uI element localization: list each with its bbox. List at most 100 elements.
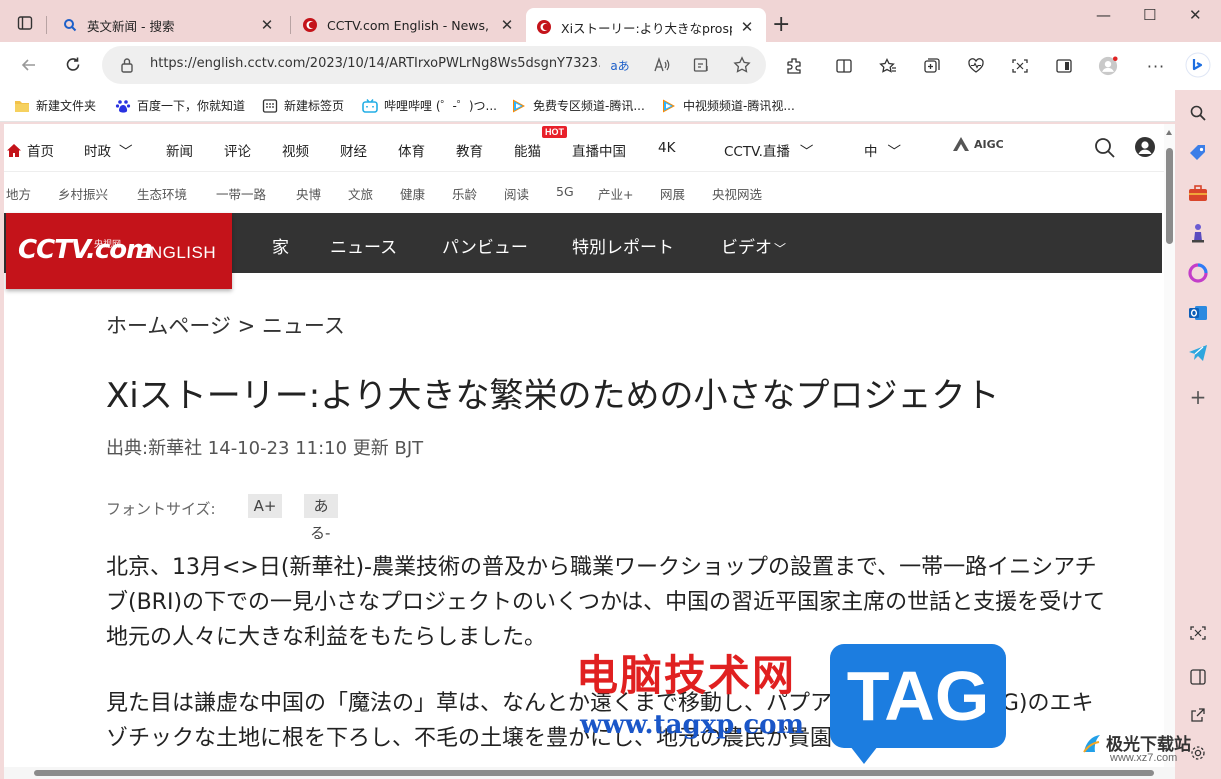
tools-briefcase-icon[interactable] (1187, 182, 1209, 204)
favorite-item[interactable]: 中视频频道-腾讯视... (661, 97, 795, 114)
cctv-icon (536, 19, 552, 35)
enav-video[interactable]: ビデオ ﹀ (721, 233, 786, 258)
aigc-label: AIGC (974, 137, 1004, 151)
favorite-item[interactable]: 哔哩哔哩 (゜-゜)つ... (362, 97, 497, 114)
nav-item-finance[interactable]: 财经 (340, 140, 367, 160)
profile-avatar-icon[interactable] (1098, 56, 1118, 76)
read-aloud-icon[interactable] (652, 55, 672, 75)
breadcrumb[interactable]: ホームページ > ニュース (106, 310, 345, 340)
search-icon[interactable] (1094, 137, 1116, 163)
enav-panview[interactable]: パンビュー (442, 233, 528, 258)
new-tab-button[interactable]: + (772, 12, 790, 37)
nav-item-4k[interactable]: 4K (658, 140, 675, 156)
close-window-button[interactable]: ✕ (1189, 6, 1202, 24)
tencent-video-icon (661, 98, 677, 114)
microsoft-365-icon[interactable] (1187, 262, 1209, 284)
subnav-item[interactable]: 生态环境 (137, 184, 187, 203)
add-sidebar-app-icon[interactable]: + (1187, 385, 1209, 409)
nav-home[interactable]: 首页 (6, 140, 54, 160)
refresh-icon[interactable] (62, 54, 84, 76)
copilot-icon[interactable] (1185, 52, 1211, 78)
scroll-up-icon[interactable] (1166, 130, 1172, 135)
nav-item-education[interactable]: 教育 (456, 140, 483, 160)
nav-item-news[interactable]: 新闻 (166, 140, 193, 160)
subnav-item[interactable]: 产业+ (598, 184, 633, 203)
favorite-star-icon[interactable] (732, 55, 752, 75)
back-icon[interactable] (18, 54, 40, 76)
favorite-item[interactable]: 免费专区频道-腾讯... (511, 97, 645, 114)
favorite-item[interactable]: 新建文件夹 (14, 97, 96, 114)
close-tab-icon[interactable]: ✕ (258, 16, 276, 34)
more-menu-icon[interactable]: ··· (1146, 56, 1166, 76)
sidebar-layout-icon[interactable] (1187, 666, 1209, 688)
nav-item-cctv-live[interactable]: CCTV.直播 ﹀ (724, 140, 813, 160)
search-icon[interactable] (1187, 102, 1209, 124)
nav-item-politics[interactable]: 时政 ﹀ (84, 140, 133, 160)
favorite-item[interactable]: 百度一下，你就知道 (115, 97, 245, 114)
tab-cctv-english[interactable]: CCTV.com English - News, Video ✕ (292, 8, 526, 42)
bilibili-icon (362, 98, 378, 114)
immersive-reader-icon[interactable] (692, 55, 712, 75)
subnav-item[interactable]: 央视网选 (712, 184, 762, 203)
subnav-item[interactable]: 5G (556, 184, 574, 199)
font-decrease-button[interactable]: あ (304, 494, 338, 518)
subnav-item[interactable]: 阅读 (504, 184, 529, 203)
favorite-label: 新建文件夹 (36, 99, 97, 113)
browser-toolbar: https://english.cctv.com/2023/10/14/ARTI… (0, 42, 1221, 90)
vertical-scrollbar[interactable] (1164, 124, 1175, 767)
nav-item-comment[interactable]: 评论 (224, 140, 251, 160)
enav-home[interactable]: 家 (272, 233, 289, 258)
subnav-item[interactable]: 乡村振兴 (58, 184, 108, 203)
close-tab-icon[interactable]: ✕ (738, 18, 756, 36)
screenshot-icon[interactable] (1010, 56, 1030, 76)
games-chess-icon[interactable] (1187, 222, 1209, 244)
translate-icon[interactable]: aあ (610, 55, 630, 75)
nav-item-sports[interactable]: 体育 (398, 140, 425, 160)
nav-item-panda[interactable]: 能猫 (514, 140, 541, 160)
minimize-button[interactable]: — (1096, 6, 1111, 24)
aigc-logo[interactable]: AIGC (952, 136, 1004, 152)
tab-xi-story[interactable]: Xiストーリー:より大きなprosper ✕ (526, 8, 766, 46)
url-text[interactable]: https://english.cctv.com/2023/10/14/ARTI… (150, 56, 600, 71)
tab-title: CCTV.com English - News, Video (327, 17, 492, 33)
chevron-down-icon: ﹀ (119, 144, 133, 160)
article-title: Xiストーリー:より大きな繁栄のための小さなプロジェクト (106, 376, 1000, 416)
nav-item-video[interactable]: 视频 (282, 140, 309, 160)
enav-special-report[interactable]: 特別レポート (572, 233, 674, 258)
favorites-icon[interactable] (878, 56, 898, 76)
send-telegram-icon[interactable] (1187, 342, 1209, 364)
cctv-icon (302, 17, 318, 33)
user-account-icon[interactable] (1134, 136, 1156, 162)
address-bar[interactable]: https://english.cctv.com/2023/10/14/ARTI… (102, 46, 766, 84)
outlook-icon[interactable] (1187, 302, 1209, 324)
shopping-tag-icon[interactable] (1187, 142, 1209, 164)
subnav-item[interactable]: 健康 (400, 184, 425, 203)
split-screen-icon[interactable] (834, 56, 854, 76)
lock-icon[interactable] (120, 57, 134, 77)
collections-icon[interactable] (922, 56, 942, 76)
nav-item-live-china[interactable]: 直播中国 (572, 140, 626, 160)
sidebar-toggle-icon[interactable] (1054, 56, 1074, 76)
language-selector[interactable]: 中 ﹀ (864, 140, 901, 160)
subnav-item[interactable]: 文旅 (348, 184, 373, 203)
subnav-item[interactable]: 网展 (660, 184, 685, 203)
extensions-icon[interactable] (784, 56, 804, 76)
scrollbar-thumb[interactable] (1166, 148, 1173, 244)
subnav-item[interactable]: 乐龄 (452, 184, 477, 203)
enav-news[interactable]: ニュース (330, 233, 397, 258)
subnav-item[interactable]: 地方 (6, 184, 31, 203)
tab-search[interactable]: 英文新闻 - 搜索 ✕ (52, 8, 286, 42)
favorite-item[interactable]: 新建标签页 (262, 97, 344, 114)
horizontal-scrollbar[interactable] (4, 767, 1175, 779)
scrollbar-thumb[interactable] (34, 770, 1154, 776)
health-icon[interactable] (966, 56, 986, 76)
close-tab-icon[interactable]: ✕ (498, 16, 516, 34)
maximize-button[interactable]: ☐ (1143, 6, 1156, 24)
subnav-item[interactable]: 央博 (296, 184, 321, 203)
tab-actions-icon[interactable] (14, 12, 36, 34)
screenshot-icon[interactable] (1187, 622, 1209, 644)
cctv-english-logo[interactable]: CCTV.com 央视网 ENGLISH (6, 213, 232, 289)
font-increase-button[interactable]: A+ (248, 494, 282, 518)
open-external-icon[interactable] (1187, 704, 1209, 726)
subnav-item[interactable]: 一带一路 (216, 184, 266, 203)
